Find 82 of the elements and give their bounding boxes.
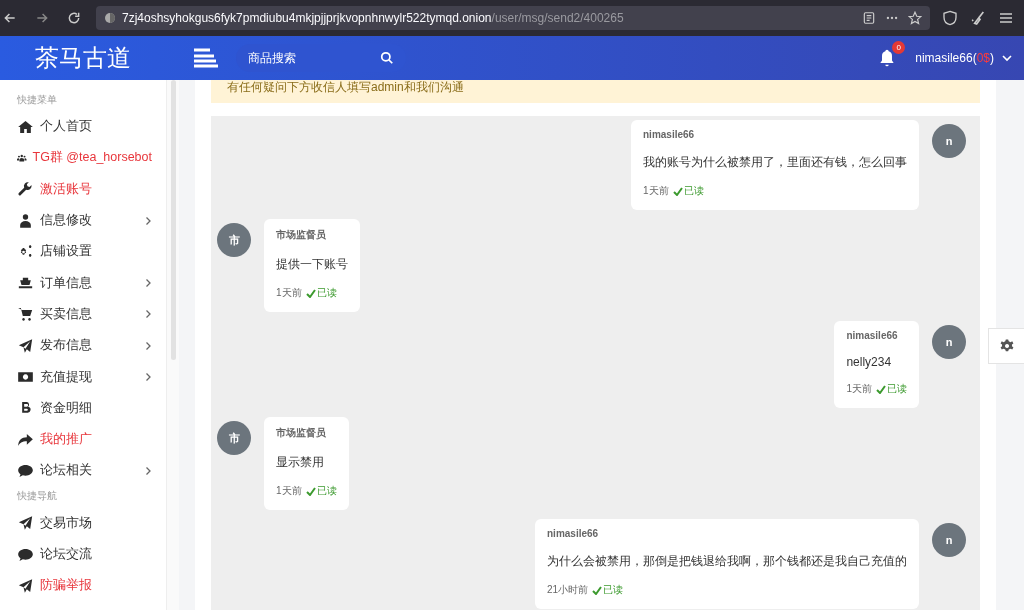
chevron-right-icon (145, 340, 152, 351)
chevron-down-icon (1002, 54, 1012, 62)
url-host: 7zj4oshsyhokgus6fyk7pmdiubu4mkjpjjprjkvopnhnwylr522tymqd.onion (122, 11, 492, 25)
sender-name: nimasile66 (846, 330, 899, 341)
message-text: 为什么会被禁用，那倒是把钱退给我啊，那个钱都还是我自己充值的 (547, 553, 907, 570)
menu-icon[interactable] (998, 10, 1014, 26)
read-status: 已读 (305, 286, 337, 300)
wrench-icon (17, 181, 34, 198)
menu-icon[interactable] (194, 48, 218, 68)
sidebar-heading: 快捷菜单 (17, 92, 58, 107)
reader-icon[interactable] (862, 11, 876, 25)
sidebar-item[interactable]: 我的推广 (17, 423, 166, 456)
url-path: /user/msg/send2/400265 (491, 11, 624, 25)
settings-icon (999, 339, 1014, 353)
sender-name: 市场监督员 (276, 426, 327, 440)
read-status: 已读 (876, 382, 907, 396)
sidebar-item[interactable]: 充值提现 (17, 361, 166, 393)
read-status: 已读 (592, 583, 624, 597)
sidebar-item[interactable]: 信息修改 (17, 204, 166, 237)
message-text: 我的账号为什么被禁用了，里面还有钱，怎么回事 (643, 154, 907, 171)
sidebar-item[interactable]: 论坛相关 (17, 455, 166, 487)
scrollbar-thumb[interactable] (170, 80, 176, 360)
sidebar-item[interactable]: 激活账号 (17, 173, 166, 205)
site-logo[interactable]: 茶马古道 (8, 42, 158, 74)
message-time: 1天前 (276, 286, 302, 300)
shield-icon[interactable] (942, 10, 958, 26)
avatar: 市 (217, 223, 251, 257)
user-icon (17, 212, 34, 229)
avatar: n (932, 523, 966, 557)
sender-name: 市场监督员 (276, 228, 327, 242)
message-time: 1天前 (643, 184, 669, 198)
check-icon (876, 384, 886, 394)
read-status: 已读 (305, 484, 337, 498)
chevron-right-icon (145, 372, 152, 382)
broom-icon[interactable] (970, 10, 986, 26)
plane-icon (17, 337, 34, 354)
plane-icon (17, 577, 34, 594)
notice-banner: 有任何疑问下方收信人填写admin和我们沟通 (211, 80, 980, 103)
sidebar-item[interactable]: 订单信息 (17, 267, 166, 299)
sidebar-heading: 快捷导航 (17, 489, 58, 504)
star-icon[interactable] (908, 11, 922, 25)
search-icon[interactable] (380, 51, 394, 65)
cart-icon (17, 306, 34, 323)
sidebar-item[interactable]: 论坛交流 (17, 538, 166, 571)
message-text: 提供一下账号 (276, 256, 348, 273)
plane-icon (17, 515, 34, 532)
sender-name: nimasile66 (643, 129, 696, 140)
sidebar-item[interactable]: 交易市场 (17, 507, 166, 539)
message-time: 1天前 (276, 484, 302, 498)
chevron-right-icon (145, 215, 152, 226)
settings-button[interactable] (988, 328, 1024, 364)
check-icon (592, 585, 603, 595)
sidebar-item[interactable]: 个人首页 (17, 111, 166, 143)
chevron-right-icon (145, 309, 152, 320)
money-icon (17, 369, 34, 385)
sidebar-item[interactable]: 资金明细 (17, 392, 166, 424)
sidebar-item[interactable]: 店铺设置 (17, 236, 166, 268)
sidebar-item[interactable]: TG群 @tea_horsebot (17, 142, 166, 174)
home-icon (17, 118, 34, 135)
account-menu[interactable]: nimasile66(0$) (915, 51, 1012, 65)
avatar: n (932, 325, 966, 359)
avatar: n (932, 124, 966, 158)
message-time: 21小时前 (547, 583, 589, 597)
message-time: 1天前 (846, 382, 872, 396)
check-icon (305, 288, 316, 298)
onion-icon (104, 12, 116, 24)
message-text: 显示禁用 (276, 454, 325, 471)
avatar: 市 (217, 421, 251, 455)
notification-count: 0 (892, 41, 906, 54)
sidebar-item[interactable]: 防骗举报 (17, 570, 166, 602)
sender-name: nimasile66 (547, 528, 600, 539)
comment-icon (17, 462, 34, 479)
address-bar[interactable]: 7zj4oshsyhokgus6fyk7pmdiubu4mkjpjjprjkvopnhnwylr522tymqd.onion/user/msg/send2/400265 (96, 6, 930, 30)
sidebar-item[interactable]: 发布信息 (17, 330, 166, 362)
comment-icon (17, 546, 34, 563)
read-status: 已读 (672, 184, 704, 198)
check-icon (305, 486, 316, 496)
sidebar-item[interactable]: 买卖信息 (17, 298, 166, 331)
chevron-right-icon (145, 278, 152, 289)
chevron-right-icon (145, 465, 152, 476)
check-icon (672, 186, 683, 196)
message-text: nelly234 (846, 355, 893, 369)
